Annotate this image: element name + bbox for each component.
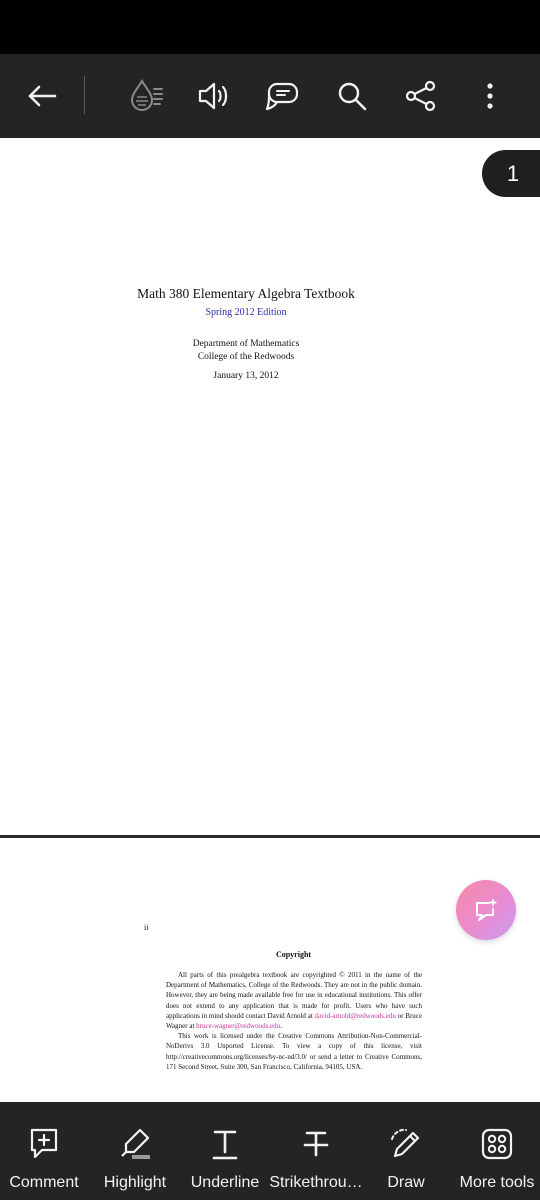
publication-date: January 13, 2012	[213, 371, 279, 381]
draw-tool[interactable]: Draw	[370, 1102, 442, 1200]
copyright-heading: Copyright	[275, 950, 312, 959]
document-title: Math 380 Elementary Algebra Textbook	[137, 286, 355, 301]
liquid-mode-icon[interactable]	[118, 54, 174, 138]
top-toolbar	[0, 54, 540, 138]
edition-subtitle: Spring 2012 Edition	[205, 307, 287, 318]
ai-assistant-icon	[476, 898, 498, 921]
back-arrow-icon[interactable]	[14, 54, 70, 138]
more-vertical-icon[interactable]	[462, 54, 518, 138]
draw-label: Draw	[387, 1174, 425, 1191]
page-number-badge[interactable]: 1	[482, 150, 540, 197]
bottom-toolbar: Comment Highlight Underline Strikethrou……	[0, 1102, 540, 1200]
department-name: Department of Mathematics	[192, 339, 300, 349]
highlight-icon	[118, 1126, 152, 1162]
comment-tool[interactable]: Comment	[0, 1102, 88, 1200]
comments-icon[interactable]	[254, 54, 310, 138]
more-tools-label: More tools	[459, 1174, 535, 1191]
college-name: College of the Redwoods	[197, 352, 295, 362]
read-aloud-icon[interactable]	[186, 54, 242, 138]
email-link-arnold[interactable]: david-arnold@redwoods.edu	[315, 1012, 396, 1020]
search-icon[interactable]	[324, 54, 380, 138]
highlight-label: Highlight	[103, 1174, 167, 1191]
copyright-body: All parts of this prealgebra textbook ar…	[166, 970, 422, 1072]
more-tools-icon	[481, 1126, 513, 1162]
share-icon[interactable]	[393, 54, 449, 138]
document-viewer[interactable]: Math 380 Elementary Algebra Textbook Spr…	[0, 138, 540, 1102]
ai-assistant-button[interactable]	[456, 880, 516, 940]
underline-icon	[211, 1126, 239, 1162]
department-block: Department of Mathematics College of the…	[0, 338, 492, 364]
pdf-page-2: ii Copyright All parts of this prealgebr…	[0, 838, 540, 1102]
email-link-wagner[interactable]: bruce-wagner@redwoods.edu	[196, 1022, 280, 1030]
highlight-tool[interactable]: Highlight	[94, 1102, 176, 1200]
comment-label: Comment	[9, 1174, 79, 1191]
page-label: ii	[144, 923, 149, 932]
strikethrough-label: Strikethrou…	[269, 1174, 363, 1191]
more-tools-button[interactable]: More tools	[454, 1102, 540, 1200]
status-bar	[0, 0, 540, 54]
draw-icon	[388, 1126, 424, 1162]
strikethrough-tool[interactable]: Strikethrou…	[269, 1102, 363, 1200]
strikethrough-icon	[302, 1126, 330, 1162]
underline-label: Underline	[190, 1174, 260, 1191]
comment-add-icon	[28, 1126, 60, 1162]
copyright-paragraph-2: This work is licensed under the Creative…	[166, 1032, 422, 1071]
underline-tool[interactable]: Underline	[184, 1102, 266, 1200]
pdf-page-1: Math 380 Elementary Algebra Textbook Spr…	[0, 138, 540, 835]
toolbar-divider	[84, 76, 85, 114]
copyright-paragraph-1: All parts of this prealgebra textbook ar…	[166, 971, 422, 1031]
